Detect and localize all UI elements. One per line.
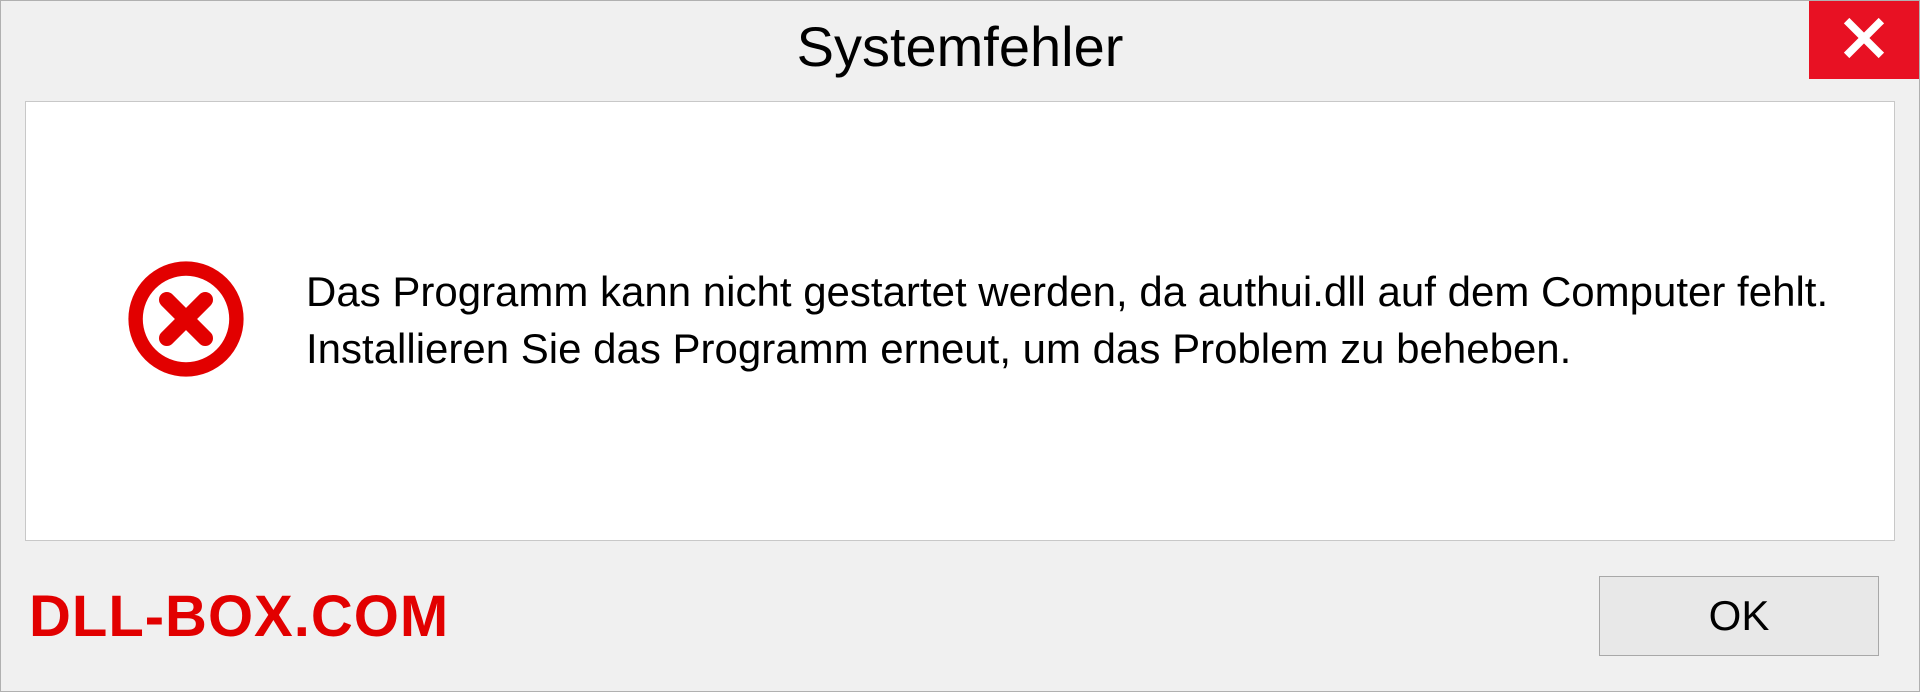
dialog-title: Systemfehler (797, 14, 1124, 79)
error-icon (126, 259, 246, 384)
close-button[interactable] (1809, 1, 1919, 79)
ok-button-label: OK (1709, 592, 1770, 640)
titlebar: Systemfehler (1, 1, 1919, 91)
watermark-text: DLL-BOX.COM (29, 583, 449, 650)
content-area: Das Programm kann nicht gestartet werden… (25, 101, 1895, 541)
ok-button[interactable]: OK (1599, 576, 1879, 656)
error-dialog: Systemfehler Das Programm kann nicht ges… (0, 0, 1920, 692)
dialog-footer: DLL-BOX.COM OK (1, 541, 1919, 691)
close-icon (1842, 16, 1886, 65)
error-message: Das Programm kann nicht gestartet werden… (306, 264, 1834, 377)
